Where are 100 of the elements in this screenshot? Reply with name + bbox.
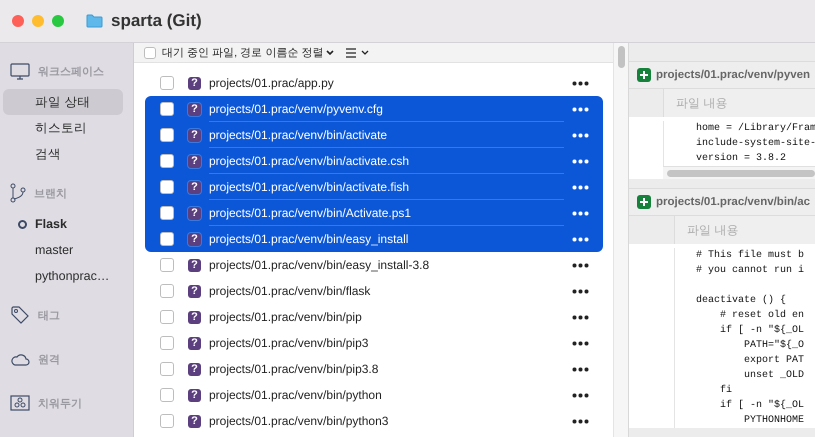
list-view-icon[interactable]	[346, 48, 370, 58]
file-checkbox[interactable]	[160, 180, 174, 194]
file-row[interactable]: ? projects/01.prac/venv/bin/easy_install-3.8	[145, 252, 603, 278]
file-path: projects/01.prac/venv/bin/pip3.8	[209, 361, 380, 378]
file-row[interactable]: ? projects/01.prac/venv/bin/activate.csh	[145, 148, 603, 174]
file-row[interactable]: ? projects/01.prac/venv/bin/activate.fish	[145, 174, 603, 200]
status-badge: ?	[188, 284, 201, 298]
file-path: projects/01.prac/venv/bin/Activate.ps1	[209, 200, 564, 226]
code-line: version = 3.8.2	[696, 152, 788, 166]
file-row[interactable]: ? projects/01.prac/venv/bin/flask	[145, 278, 603, 304]
file-row[interactable]: ? projects/01.prac/venv/pyvenv.cfg	[145, 96, 603, 122]
file-checkbox[interactable]	[160, 388, 174, 402]
more-icon[interactable]	[572, 366, 589, 372]
file-checkbox[interactable]	[160, 258, 174, 272]
more-icon[interactable]	[572, 132, 589, 138]
status-badge: ?	[188, 258, 201, 272]
file-checkbox[interactable]	[160, 206, 174, 220]
code-line: if [ -n "${_OL	[719, 324, 804, 338]
code-line: export PAT	[743, 354, 804, 368]
file-row[interactable]: ? projects/01.prac/venv/bin/activate	[145, 122, 603, 148]
file-path: projects/01.prac/venv/bin/python3	[209, 413, 390, 430]
status-badge: ?	[188, 232, 201, 246]
file-checkbox[interactable]	[160, 128, 174, 142]
file-checkbox[interactable]	[160, 362, 174, 376]
status-badge: ?	[188, 336, 201, 350]
added-file-icon	[637, 68, 651, 82]
file-row[interactable]: ? projects/01.prac/venv/bin/pip3.8	[145, 356, 603, 382]
file-path: projects/01.prac/venv/pyvenv.cfg	[209, 101, 384, 118]
sidebar-item[interactable]: 파일 상태	[3, 89, 123, 115]
tag-icon	[10, 305, 30, 325]
monitor-icon	[10, 62, 30, 80]
branch-item[interactable]: pythonprac…	[3, 263, 123, 289]
select-all-checkbox[interactable]	[144, 46, 156, 58]
file-path: projects/01.prac/venv/bin/flask	[209, 283, 372, 300]
code-line: PYTHONHOME	[743, 414, 804, 428]
more-icon[interactable]	[572, 184, 589, 190]
file-row[interactable]: ? projects/01.prac/venv/bin/pip	[145, 304, 603, 330]
file-row[interactable]: ? projects/01.prac/venv/bin/python	[145, 382, 603, 408]
more-icon[interactable]	[572, 236, 589, 242]
status-badge: ?	[188, 388, 201, 402]
file-path: projects/01.prac/venv/bin/easy_install-3.8	[209, 257, 430, 274]
code-line: # reset old en	[719, 308, 804, 323]
file-checkbox[interactable]	[160, 76, 174, 90]
more-icon[interactable]	[572, 392, 589, 398]
caret-icon[interactable]	[326, 50, 334, 56]
added-file-icon	[637, 195, 651, 209]
file-checkbox[interactable]	[160, 232, 174, 246]
status-badge: ?	[188, 310, 201, 324]
file-path: projects/01.prac/app.py	[209, 75, 335, 92]
more-icon[interactable]	[572, 80, 589, 86]
file-checkbox[interactable]	[160, 414, 174, 428]
code-line: fi	[719, 384, 734, 398]
file-row[interactable]: ? projects/01.prac/venv/bin/pip3	[145, 330, 603, 356]
file-checkbox[interactable]	[160, 336, 174, 350]
sidebar-item[interactable]: 히스토리	[3, 115, 123, 141]
more-icon[interactable]	[572, 314, 589, 320]
status-badge: ?	[188, 76, 201, 90]
file-row[interactable]: ? projects/01.prac/venv/bin/python3	[145, 408, 603, 434]
scrollbar-thumb[interactable]	[618, 46, 624, 68]
code-line: # you cannot run i	[696, 264, 804, 278]
status-badge: ?	[188, 128, 201, 142]
status-badge: ?	[188, 180, 201, 194]
window-title: sparta (Git)	[111, 11, 202, 31]
horizontal-scrollbar[interactable]	[667, 170, 815, 176]
file-checkbox[interactable]	[160, 102, 174, 116]
file-path: projects/01.prac/venv/bin/activate.fish	[209, 174, 564, 200]
file-checkbox[interactable]	[160, 154, 174, 168]
code-line: unset _OLD	[743, 369, 804, 383]
branch-item[interactable]: master	[3, 237, 123, 263]
file-checkbox[interactable]	[160, 284, 174, 298]
file-checkbox[interactable]	[160, 310, 174, 324]
sidebar-item[interactable]: 검색	[3, 141, 123, 167]
file-path: projects/01.prac/venv/bin/activate.csh	[209, 148, 564, 174]
file-row[interactable]: ? projects/01.prac/app.py	[145, 70, 603, 96]
close-button[interactable]	[12, 15, 24, 27]
status-badge: ?	[188, 154, 201, 168]
file-path: projects/01.prac/venv/bin/python	[209, 387, 383, 404]
more-icon[interactable]	[572, 106, 589, 112]
file-row[interactable]: ? projects/01.prac/venv/bin/easy_install	[145, 226, 603, 252]
code-line: PATH="${_O	[743, 338, 804, 353]
folder-icon	[86, 14, 103, 28]
more-icon[interactable]	[572, 210, 589, 216]
diff-file-path: projects/01.prac/venv/pyven	[656, 69, 810, 81]
file-path: projects/01.prac/venv/bin/pip3	[209, 335, 370, 352]
more-icon[interactable]	[572, 288, 589, 294]
status-badge: ?	[188, 102, 201, 116]
diff-file-path: projects/01.prac/venv/bin/ac	[656, 196, 810, 208]
code-line: deactivate () {	[696, 294, 788, 308]
more-icon[interactable]	[572, 340, 589, 346]
more-icon[interactable]	[572, 262, 589, 268]
more-icon[interactable]	[572, 418, 589, 424]
file-path: projects/01.prac/venv/bin/easy_install	[209, 226, 564, 252]
more-icon[interactable]	[572, 158, 589, 164]
stash-icon	[10, 395, 30, 411]
branch-icon	[10, 183, 26, 203]
branch-item[interactable]: Flask	[3, 211, 123, 237]
code-line: include-system-site-	[696, 136, 815, 151]
file-path: projects/01.prac/venv/bin/activate	[209, 122, 564, 148]
status-badge: ?	[188, 206, 201, 220]
file-row[interactable]: ? projects/01.prac/venv/bin/Activate.ps1	[145, 200, 603, 226]
